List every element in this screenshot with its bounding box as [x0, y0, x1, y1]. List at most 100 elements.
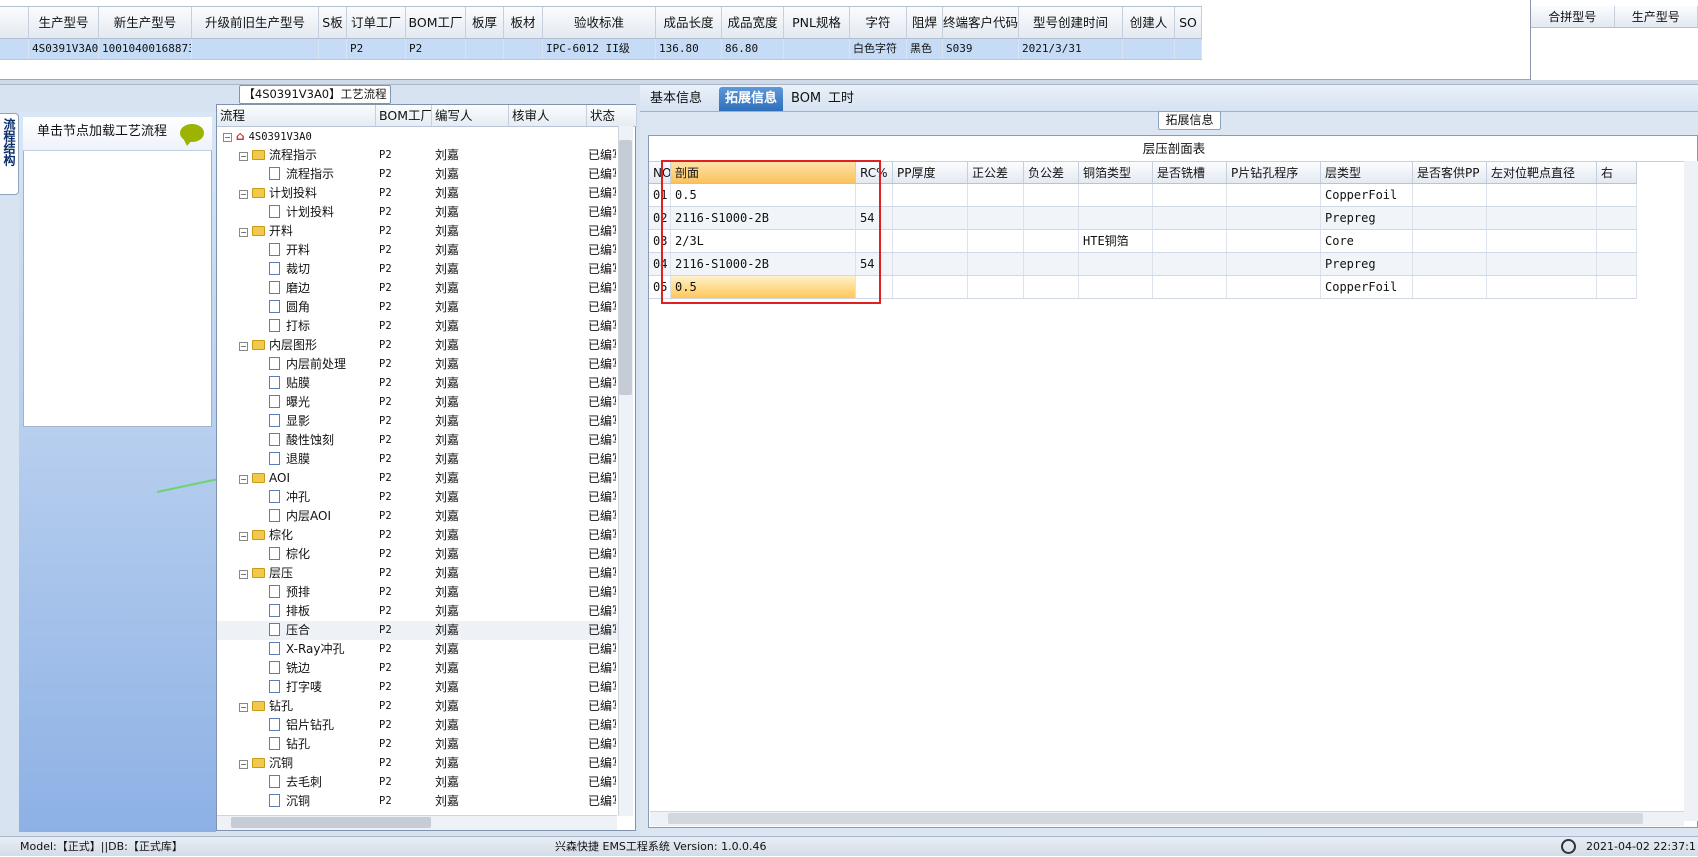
stack-table-cell[interactable]: CopperFoil	[1321, 276, 1413, 298]
tree-node[interactable]: −钻孔	[217, 697, 375, 716]
stack-table-cell[interactable]: HTE铜箔	[1079, 230, 1153, 252]
tree-row[interactable]: 沉铜P2刘嘉已编写	[217, 792, 619, 811]
tree-node[interactable]: 沉铜	[217, 792, 375, 811]
tree-row[interactable]: 压合P2刘嘉已编写	[217, 621, 619, 640]
stack-column-header[interactable]: 是否铣槽	[1153, 162, 1227, 183]
stack-table-cell[interactable]	[1227, 276, 1321, 298]
tab-extended-info[interactable]: 拓展信息	[719, 87, 783, 111]
collapse-toggle-icon[interactable]: −	[239, 532, 248, 541]
tree-node[interactable]: 钻孔	[217, 735, 375, 754]
tree-node[interactable]: 铣边	[217, 659, 375, 678]
stack-table-cell[interactable]	[968, 184, 1024, 206]
stack-column-header[interactable]: 是否客供PP	[1413, 162, 1487, 183]
stack-table-cell[interactable]	[1487, 276, 1597, 298]
tree-row[interactable]: 计划投料P2刘嘉已编写	[217, 203, 619, 222]
stack-table-cell[interactable]	[1597, 207, 1637, 229]
tree-node[interactable]: 圆角	[217, 298, 375, 317]
stack-table-cell[interactable]: Prepreg	[1321, 253, 1413, 275]
column-header[interactable]: 成品宽度	[722, 7, 784, 38]
stack-table-cell[interactable]	[1227, 207, 1321, 229]
tree-row[interactable]: −流程指示P2刘嘉已编写	[217, 146, 619, 165]
collapse-toggle-icon[interactable]: −	[239, 475, 248, 484]
tree-node[interactable]: −棕化	[217, 526, 375, 545]
tree-node[interactable]: 贴膜	[217, 374, 375, 393]
tree-node[interactable]: X-Ray冲孔	[217, 640, 375, 659]
grid-cell[interactable]: 4S0391V3A0	[29, 39, 99, 59]
stack-table-cell[interactable]	[1024, 230, 1079, 252]
column-header[interactable]: 升级前旧生产型号	[192, 7, 319, 38]
grid-cell[interactable]: S039	[943, 39, 1019, 59]
tree-row[interactable]: −沉铜P2刘嘉已编写	[217, 754, 619, 773]
tab-basic-info[interactable]: 基本信息	[644, 87, 708, 111]
grid-cell[interactable]: 2021/3/31	[1019, 39, 1123, 59]
tree-row[interactable]: −层压P2刘嘉已编写	[217, 564, 619, 583]
column-header[interactable]: 验收标准	[543, 7, 656, 38]
grid-cell[interactable]: 10010400168873	[99, 39, 192, 59]
tree-row[interactable]: 排板P2刘嘉已编写	[217, 602, 619, 621]
grid-cell[interactable]: 黑色	[907, 39, 943, 59]
tree-horizontal-scroll-thumb[interactable]	[231, 817, 431, 828]
tree-row[interactable]: 预排P2刘嘉已编写	[217, 583, 619, 602]
tree-row[interactable]: 裁切P2刘嘉已编写	[217, 260, 619, 279]
stack-table-cell[interactable]	[1413, 207, 1487, 229]
tree-node[interactable]: −层压	[217, 564, 375, 583]
stack-table-cell[interactable]	[1079, 253, 1153, 275]
tree-node[interactable]: 铝片钻孔	[217, 716, 375, 735]
grid-cell[interactable]	[1175, 39, 1202, 59]
tree-row[interactable]: −内层图形P2刘嘉已编写	[217, 336, 619, 355]
stack-table-cell[interactable]	[893, 207, 968, 229]
column-header[interactable]: 成品长度	[656, 7, 722, 38]
stack-column-header[interactable]: P片钻孔程序	[1227, 162, 1321, 183]
stack-table-cell[interactable]	[1227, 184, 1321, 206]
column-header[interactable]: S板	[319, 7, 347, 38]
tree-column-header[interactable]: 流程	[217, 105, 376, 126]
tab-bom[interactable]: BOM	[785, 87, 827, 111]
stack-table-cell[interactable]	[893, 276, 968, 298]
stack-table-cell[interactable]: Prepreg	[1321, 207, 1413, 229]
tree-node[interactable]: 流程指示	[217, 165, 375, 184]
grid-cell[interactable]	[784, 39, 850, 59]
tree-node[interactable]: 排板	[217, 602, 375, 621]
tree-node[interactable]: 计划投料	[217, 203, 375, 222]
tree-node[interactable]: 打字唛	[217, 678, 375, 697]
stack-table-cell[interactable]	[893, 184, 968, 206]
collapse-toggle-icon[interactable]: −	[239, 190, 248, 199]
stack-table-cell[interactable]	[1153, 207, 1227, 229]
stack-table-cell[interactable]	[1413, 230, 1487, 252]
tree-row[interactable]: X-Ray冲孔P2刘嘉已编写	[217, 640, 619, 659]
tree-node[interactable]: −AOI	[217, 469, 375, 488]
tree-node[interactable]: 开料	[217, 241, 375, 260]
stack-table-cell[interactable]	[1487, 184, 1597, 206]
grid-cell[interactable]: IPC-6012 II级	[543, 39, 656, 59]
tree-node[interactable]: 酸性蚀刻	[217, 431, 375, 450]
stack-column-header[interactable]: 正公差	[968, 162, 1024, 183]
stack-table-cell[interactable]	[1413, 184, 1487, 206]
grid-cell[interactable]	[319, 39, 347, 59]
grid-cell[interactable]	[466, 39, 504, 59]
tree-row[interactable]: 显影P2刘嘉已编写	[217, 412, 619, 431]
stack-table-cell[interactable]	[1597, 230, 1637, 252]
stack-table-cell[interactable]	[893, 253, 968, 275]
tree-node[interactable]: −沉铜	[217, 754, 375, 773]
column-header[interactable]: 新生产型号	[99, 7, 192, 38]
tree-node[interactable]: 退膜	[217, 450, 375, 469]
column-header[interactable]: 生产型号	[29, 7, 99, 38]
tree-column-header[interactable]: 核审人	[509, 105, 587, 126]
column-header[interactable]: 板材	[504, 7, 543, 38]
tree-row[interactable]: 磨边P2刘嘉已编写	[217, 279, 619, 298]
tree-node[interactable]: 显影	[217, 412, 375, 431]
grid-cell[interactable]: 86.80	[722, 39, 784, 59]
stack-column-header[interactable]: 层类型	[1321, 162, 1413, 183]
stack-table-cell[interactable]	[1153, 253, 1227, 275]
tree-row[interactable]: 棕化P2刘嘉已编写	[217, 545, 619, 564]
grid-cell[interactable]	[192, 39, 319, 59]
tab-work-hours[interactable]: 工时	[822, 87, 860, 111]
tree-row[interactable]: 钻孔P2刘嘉已编写	[217, 735, 619, 754]
stack-table-cell[interactable]	[1079, 276, 1153, 298]
tree-node[interactable]: −流程指示	[217, 146, 375, 165]
tree-row[interactable]: 去毛刺P2刘嘉已编写	[217, 773, 619, 792]
stack-table-cell[interactable]	[893, 230, 968, 252]
merge-grid[interactable]: 合拼型号生产型号	[1530, 0, 1698, 80]
stack-table-cell[interactable]	[1079, 207, 1153, 229]
stack-table-cell[interactable]	[968, 230, 1024, 252]
